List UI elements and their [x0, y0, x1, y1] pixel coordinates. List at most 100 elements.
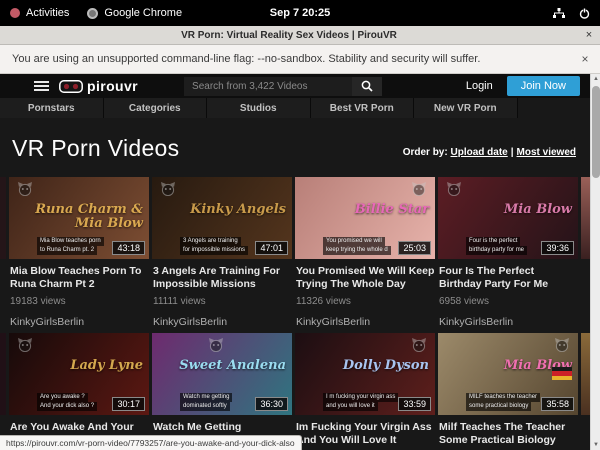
menu-item-best-vr-porn[interactable]: Best VR Porn — [311, 98, 415, 118]
thumbnail-caption: Are you awake ?And your dick also ? — [37, 393, 97, 411]
login-link[interactable]: Login — [466, 80, 493, 92]
video-title[interactable]: Milf Teaches The Teacher Some Practical … — [439, 421, 578, 446]
thumbnail-model-name: Lady Lyne — [9, 359, 143, 373]
activities-label: Activities — [26, 7, 69, 19]
activities-button[interactable]: Activities — [10, 7, 69, 19]
scrollbar-thumb[interactable] — [592, 86, 600, 178]
order-link-most-viewed[interactable]: Most viewed — [517, 147, 576, 158]
video-card[interactable]: Runa Charm & Mia Blow Mia Blow teaches p… — [9, 177, 149, 328]
duration-badge: 25:03 — [398, 241, 431, 255]
search-button[interactable] — [352, 77, 382, 96]
thumbnail-caption: Watch me gettingdominated softly — [180, 393, 232, 411]
thumbnail-model-name: Mia Blow — [438, 203, 572, 217]
video-title[interactable]: Im Fucking Your Virgin Ass And You Will … — [296, 421, 435, 446]
duration-badge: 43:18 — [112, 241, 145, 255]
duration-badge: 36:30 — [255, 397, 288, 411]
video-card[interactable]: Sweet Analena Watch me gettingdominated … — [152, 333, 292, 450]
video-thumbnail[interactable]: Lady Lyne Are you awake ?And your dick a… — [9, 333, 149, 415]
chrome-icon — [87, 8, 98, 19]
duration-badge: 33:59 — [398, 397, 431, 411]
page-heading-row: VR Porn Videos Order by: Upload date|Mos… — [0, 118, 590, 177]
studio-link[interactable]: KinkyGirlsBerlin — [439, 316, 578, 328]
studio-watermark-icon — [554, 338, 570, 352]
thumbnail-model-name: Dolly Dyson — [295, 359, 429, 373]
join-now-button[interactable]: Join Now — [507, 76, 580, 96]
partial-thumbnail[interactable] — [0, 333, 6, 415]
video-card[interactable]: Billie Star You promised we willkeep try… — [295, 177, 435, 328]
thumbnail-caption: I m fucking your virgin assand you will … — [323, 393, 398, 411]
chrome-app-menu[interactable]: Google Chrome — [87, 7, 182, 19]
video-card[interactable]: Mia Blow Four is the perfectbirthday par… — [438, 177, 578, 328]
chrome-warning-bar: You are using an unsupported command-lin… — [0, 45, 600, 74]
partial-thumbnail[interactable] — [0, 177, 6, 259]
duration-badge: 39:36 — [541, 241, 574, 255]
chrome-app-label: Google Chrome — [104, 7, 182, 19]
site-logo[interactable]: pirouvr — [59, 78, 138, 94]
status-url: https://pirouvr.com/vr-porn-video/779325… — [6, 438, 295, 448]
power-icon[interactable] — [579, 8, 590, 19]
page-viewport: pirouvr Login Join Now PornstarsCategori… — [0, 74, 600, 450]
thumbnail-model-name: Billie Star — [295, 203, 429, 217]
search-bar — [184, 77, 382, 96]
thumbnail-model-name: Kinky Angels — [152, 203, 286, 217]
video-title[interactable]: You Promised We Will Keep Trying The Who… — [296, 265, 435, 290]
video-thumbnail[interactable]: Billie Star You promised we willkeep try… — [295, 177, 435, 259]
video-thumbnail[interactable]: Kinky Angels 3 Angels are trainingfor im… — [152, 177, 292, 259]
video-row-2: Lady Lyne Are you awake ?And your dick a… — [0, 333, 590, 450]
video-card[interactable]: Dolly Dyson I m fucking your virgin assa… — [295, 333, 435, 450]
clock[interactable]: Sep 7 20:25 — [270, 7, 331, 19]
vr-goggles-icon — [59, 80, 83, 93]
german-flag-icon — [552, 367, 572, 380]
video-card[interactable]: Kinky Angels 3 Angels are trainingfor im… — [152, 177, 292, 328]
logo-text: pirouvr — [87, 78, 138, 94]
duration-badge: 30:17 — [112, 397, 145, 411]
window-title: VR Porn: Virtual Reality Sex Videos | Pi… — [0, 30, 578, 41]
thumbnail-caption: You promised we willkeep trying the whol… — [323, 237, 391, 255]
partial-thumbnail[interactable] — [581, 177, 590, 259]
menu-item-new-vr-porn[interactable]: New VR Porn — [414, 98, 518, 118]
scroll-up-icon[interactable]: ▲ — [591, 74, 600, 84]
warning-close-icon[interactable]: × — [570, 52, 600, 66]
hamburger-menu-icon[interactable] — [34, 81, 49, 91]
order-by-label: Order by: — [403, 147, 448, 158]
studio-link[interactable]: KinkyGirlsBerlin — [153, 316, 292, 328]
partial-thumbnail[interactable] — [581, 333, 590, 415]
video-views: 11111 views — [153, 296, 292, 307]
studio-link[interactable]: KinkyGirlsBerlin — [10, 316, 149, 328]
window-close-icon[interactable]: × — [578, 29, 600, 41]
duration-badge: 47:01 — [255, 241, 288, 255]
thumbnail-model-name: Runa Charm & Mia Blow — [9, 203, 143, 230]
video-card[interactable]: Mia Blow MILF teaches the teachersome pr… — [438, 333, 578, 450]
menu-item-categories[interactable]: Categories — [104, 98, 208, 118]
search-icon — [361, 80, 373, 92]
thumbnail-model-name: Sweet Analena — [152, 359, 286, 373]
menu-item-pornstars[interactable]: Pornstars — [0, 98, 104, 118]
video-title[interactable]: Four Is The Perfect Birthday Party For M… — [439, 265, 578, 290]
video-thumbnail[interactable]: Mia Blow MILF teaches the teachersome pr… — [438, 333, 578, 415]
studio-watermark-icon — [411, 338, 427, 352]
menu-item-studios[interactable]: Studios — [207, 98, 311, 118]
thumbnail-caption: Mia Blow teaches pornto Runa Charm pt. 2 — [37, 237, 104, 255]
studio-link[interactable]: KinkyGirlsBerlin — [296, 316, 435, 328]
video-title[interactable]: Mia Blow Teaches Porn To Runa Charm Pt 2 — [10, 265, 149, 290]
video-thumbnail[interactable]: Dolly Dyson I m fucking your virgin assa… — [295, 333, 435, 415]
video-thumbnail[interactable]: Sweet Analena Watch me gettingdominated … — [152, 333, 292, 415]
video-title[interactable]: 3 Angels Are Training For Impossible Mis… — [153, 265, 292, 290]
video-thumbnail[interactable]: Runa Charm & Mia Blow Mia Blow teaches p… — [9, 177, 149, 259]
thumbnail-caption: Four is the perfectbirthday party for me — [466, 237, 527, 255]
thumbnail-caption: 3 Angels are trainingfor impossible miss… — [180, 237, 248, 255]
site-navbar: pirouvr Login Join Now — [0, 74, 590, 98]
network-icon[interactable] — [553, 8, 565, 19]
warning-message: You are using an unsupported command-lin… — [0, 53, 570, 65]
studio-watermark-icon — [411, 182, 427, 196]
video-card[interactable]: Lady Lyne Are you awake ?And your dick a… — [9, 333, 149, 450]
video-views: 19183 views — [10, 296, 149, 307]
status-url-bubble: https://pirouvr.com/vr-porn-video/779325… — [0, 435, 302, 450]
order-link-upload-date[interactable]: Upload date — [450, 147, 507, 158]
page-scrollbar[interactable]: ▲ ▼ — [590, 74, 600, 450]
video-thumbnail[interactable]: Mia Blow Four is the perfectbirthday par… — [438, 177, 578, 259]
activities-icon — [10, 8, 20, 18]
scroll-down-icon[interactable]: ▼ — [591, 440, 600, 450]
search-input[interactable] — [184, 77, 352, 96]
studio-watermark-icon — [160, 182, 176, 196]
